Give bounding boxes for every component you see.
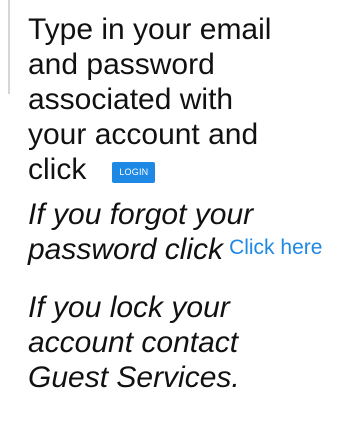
login-button[interactable]: LOGIN (112, 162, 156, 183)
instruction-line: your account and (28, 118, 259, 151)
help-content: Type in your email and password associat… (28, 12, 335, 395)
forgot-line-with-link: password click Click here (28, 232, 335, 270)
click-here-link[interactable]: Click here (229, 230, 322, 265)
instruction-line: and password (28, 48, 215, 81)
instruction-line: click (28, 153, 87, 186)
locked-account-text: If you lock your account contact Guest S… (28, 290, 335, 395)
forgot-password-text: If you forgot your password click Click … (28, 197, 335, 270)
instruction-line: associated with (28, 83, 234, 116)
instruction-line-click: click LOGIN (28, 152, 335, 187)
lock-line: If you lock your (28, 291, 230, 324)
instruction-line: Type in your email (28, 13, 272, 46)
login-instructions: Type in your email and password associat… (28, 12, 335, 187)
forgot-line: If you forgot your (28, 198, 254, 231)
left-edge-panel (0, 0, 10, 94)
forgot-line: password click (28, 233, 224, 266)
lock-line: Guest Services. (28, 361, 240, 394)
lock-line: account contact (28, 326, 239, 359)
